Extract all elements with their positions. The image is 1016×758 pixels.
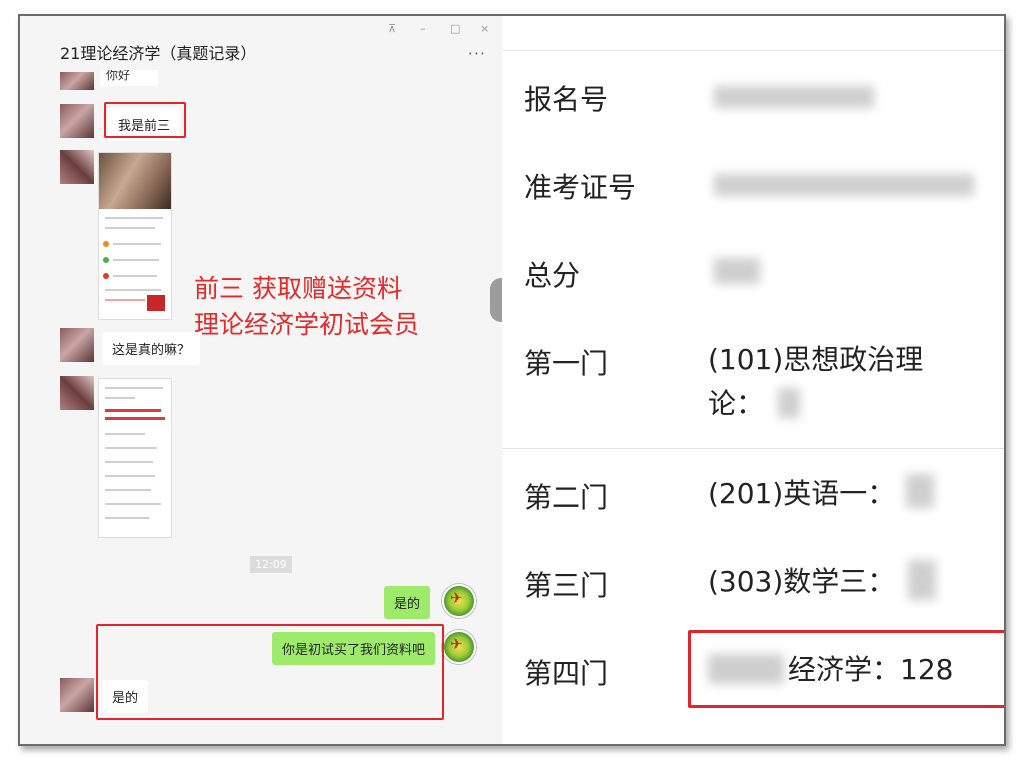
avatar[interactable] (60, 72, 94, 90)
logo-icon: ✈ (450, 635, 463, 653)
redacted-value (714, 174, 974, 196)
chat-title: 21理论经济学（真题记录） (60, 44, 257, 63)
avatar-self[interactable]: ✈ (442, 584, 476, 618)
message-bubble-self: 是的 (384, 586, 431, 619)
message-bubble: 这是真的嘛？ (102, 332, 201, 365)
red-badge-icon (147, 295, 165, 311)
redacted-value (778, 388, 800, 418)
highlight-box (688, 630, 1004, 708)
minimize-icon[interactable]: – (420, 22, 426, 35)
label-subject-2: 第二门 (524, 481, 609, 514)
image-message[interactable] (98, 378, 172, 538)
highlight-box (104, 102, 186, 138)
avatar[interactable] (60, 678, 94, 712)
avatar[interactable] (60, 376, 94, 410)
chat-window: 21理论经济学（真题记录） ⊼ – □ × ··· 你好 我是前三 前三 获取赠… (20, 16, 502, 744)
avatar-self[interactable]: ✈ (442, 630, 476, 664)
highlight-box (96, 624, 444, 720)
label-admission-ticket: 准考证号 (524, 171, 637, 204)
image-message[interactable] (98, 152, 172, 320)
label-registration-number: 报名号 (524, 83, 609, 116)
timestamp: 12:09 (250, 556, 292, 573)
overlay-text-line2: 理论经济学初试会员 (194, 310, 420, 339)
green-dot-icon (103, 257, 109, 263)
pin-icon[interactable]: ⊼ (388, 22, 396, 35)
avatar[interactable] (60, 150, 94, 184)
overlay-text-line1: 前三 获取赠送资料 (194, 274, 402, 303)
label-total-score: 总分 (524, 259, 581, 292)
maximize-icon[interactable]: □ (450, 22, 460, 35)
message-bubble: 你好 (100, 70, 158, 86)
orange-dot-icon (103, 241, 109, 247)
value-subject-3: (303)数学三： (708, 565, 896, 598)
label-subject-4: 第四门 (524, 657, 609, 690)
redacted-value (714, 86, 874, 108)
close-icon[interactable]: × (480, 22, 489, 35)
redacted-value (714, 258, 760, 284)
screenshot-frame: 21理论经济学（真题记录） ⊼ – □ × ··· 你好 我是前三 前三 获取赠… (18, 14, 1006, 746)
photo-thumbnail (99, 153, 171, 209)
logo-icon: ✈ (450, 589, 463, 607)
more-options-icon[interactable]: ··· (468, 44, 486, 63)
chat-header: 21理论经济学（真题记录） ⊼ – □ × ··· (20, 16, 502, 72)
value-subject-1: (101)思想政治理论： (708, 343, 924, 420)
redacted-value (906, 474, 934, 508)
score-report-panel: 报名号 准考证号 总分 第一门 (101)思想政治理论： 第二门 (201)英语… (502, 16, 1004, 744)
avatar[interactable] (60, 328, 94, 362)
redacted-value (908, 560, 936, 600)
avatar[interactable] (60, 104, 94, 138)
label-subject-1: 第一门 (524, 347, 609, 380)
label-subject-3: 第三门 (524, 569, 609, 602)
red-dot-icon (103, 273, 109, 279)
value-subject-2: (201)英语一： (708, 477, 896, 510)
